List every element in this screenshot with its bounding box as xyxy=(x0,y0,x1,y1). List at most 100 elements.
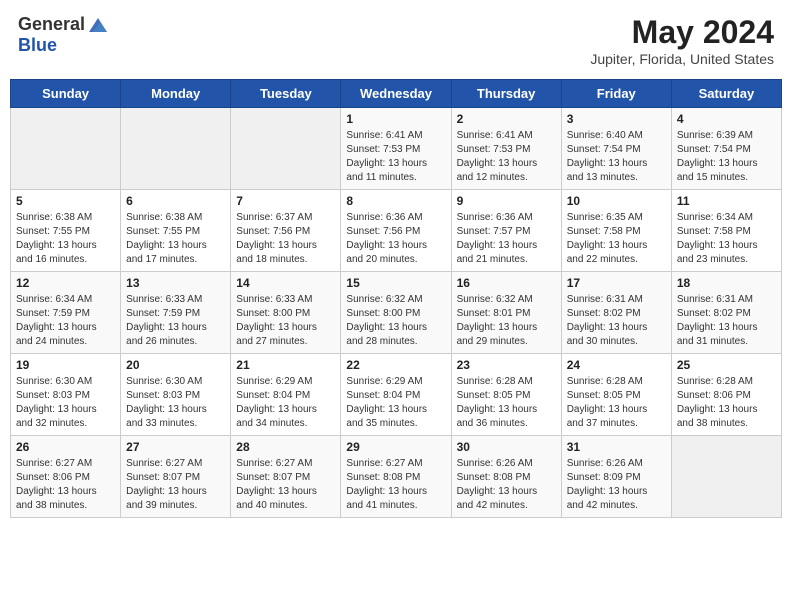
day-number: 6 xyxy=(126,194,225,208)
calendar-cell: 18Sunrise: 6:31 AM Sunset: 8:02 PM Dayli… xyxy=(671,272,781,354)
day-number: 28 xyxy=(236,440,335,454)
day-number: 3 xyxy=(567,112,666,126)
day-number: 31 xyxy=(567,440,666,454)
calendar-cell: 13 Sunrise: 6:33 AM Sunset: 7:59 PM Dayli… xyxy=(121,272,231,354)
day-number: 2 xyxy=(457,112,556,126)
calendar-table: SundayMondayTuesdayWednesdayThursdayFrid… xyxy=(10,79,782,518)
day-number: 21 xyxy=(236,358,335,372)
day-of-week-monday: Monday xyxy=(121,80,231,108)
calendar-cell: 29 Sunrise: 6:27 AM Sunset: 8:08 PM Dayli… xyxy=(341,436,451,518)
day-number: 24 xyxy=(567,358,666,372)
day-of-week-thursday: Thursday xyxy=(451,80,561,108)
calendar-cell: 14 Sunrise: 6:33 AM Sunset: 8:00 PM Dayli… xyxy=(231,272,341,354)
day-info: Sunrise: 6:32 AM Sunset: 8:01 PM Dayligh… xyxy=(457,293,556,349)
day-of-week-friday: Friday xyxy=(561,80,671,108)
calendar-cell: 9Sunrise: 6:36 AM Sunset: 7:57 PM Daylig… xyxy=(451,190,561,272)
calendar-cell xyxy=(231,108,341,190)
day-info: Sunrise: 6:27 AM Sunset: 8:07 PM Dayligh… xyxy=(126,457,225,513)
calendar-cell: 1 Sunrise: 6:41 AM Sunset: 7:53 PM Daylig… xyxy=(341,108,451,190)
calendar-cell: 10 Sunrise: 6:35 AM Sunset: 7:58 PM Dayli… xyxy=(561,190,671,272)
day-info: Sunrise: 6:34 AM Sunset: 7:59 PM Dayligh… xyxy=(16,293,115,349)
day-number: 16 xyxy=(457,276,556,290)
day-number: 29 xyxy=(346,440,445,454)
week-row-5: 26Sunrise: 6:27 AM Sunset: 8:06 PM Dayli… xyxy=(11,436,782,518)
calendar-cell: 8Sunrise: 6:36 AM Sunset: 7:56 PM Daylig… xyxy=(341,190,451,272)
day-number: 14 xyxy=(236,276,335,290)
day-info: Sunrise: 6:30 AM Sunset: 8:03 PM Dayligh… xyxy=(126,375,225,431)
day-number: 1 xyxy=(346,112,445,126)
day-info: Sunrise: 6:28 AM Sunset: 8:05 PM Dayligh… xyxy=(567,375,666,431)
calendar-cell: 16 Sunrise: 6:32 AM Sunset: 8:01 PM Dayli… xyxy=(451,272,561,354)
day-info: Sunrise: 6:27 AM Sunset: 8:08 PM Dayligh… xyxy=(346,457,445,513)
calendar-cell: 25Sunrise: 6:28 AM Sunset: 8:06 PM Dayli… xyxy=(671,354,781,436)
day-number: 23 xyxy=(457,358,556,372)
calendar-cell: 24 Sunrise: 6:28 AM Sunset: 8:05 PM Dayli… xyxy=(561,354,671,436)
logo: General Blue xyxy=(18,14,109,56)
day-number: 10 xyxy=(567,194,666,208)
calendar-cell: 27 Sunrise: 6:27 AM Sunset: 8:07 PM Dayli… xyxy=(121,436,231,518)
calendar-cell: 15Sunrise: 6:32 AM Sunset: 8:00 PM Dayli… xyxy=(341,272,451,354)
day-info: Sunrise: 6:31 AM Sunset: 8:02 PM Dayligh… xyxy=(677,293,776,349)
calendar-cell: 20 Sunrise: 6:30 AM Sunset: 8:03 PM Dayli… xyxy=(121,354,231,436)
calendar-cell: 31 Sunrise: 6:26 AM Sunset: 8:09 PM Dayli… xyxy=(561,436,671,518)
day-number: 12 xyxy=(16,276,115,290)
calendar-cell: 19 Sunrise: 6:30 AM Sunset: 8:03 PM Dayli… xyxy=(11,354,121,436)
title-block: May 2024 Jupiter, Florida, United States xyxy=(590,14,774,67)
day-number: 26 xyxy=(16,440,115,454)
calendar-cell: 21 Sunrise: 6:29 AM Sunset: 8:04 PM Dayli… xyxy=(231,354,341,436)
calendar-cell: 11 Sunrise: 6:34 AM Sunset: 7:58 PM Dayli… xyxy=(671,190,781,272)
day-info: Sunrise: 6:37 AM Sunset: 7:56 PM Dayligh… xyxy=(236,211,335,267)
day-info: Sunrise: 6:33 AM Sunset: 8:00 PM Dayligh… xyxy=(236,293,335,349)
day-info: Sunrise: 6:29 AM Sunset: 8:04 PM Dayligh… xyxy=(236,375,335,431)
day-info: Sunrise: 6:29 AM Sunset: 8:04 PM Dayligh… xyxy=(346,375,445,431)
day-number: 8 xyxy=(346,194,445,208)
logo-blue: Blue xyxy=(18,36,57,56)
logo-icon xyxy=(87,14,109,36)
day-of-week-saturday: Saturday xyxy=(671,80,781,108)
calendar-cell: 12 Sunrise: 6:34 AM Sunset: 7:59 PM Dayli… xyxy=(11,272,121,354)
day-number: 20 xyxy=(126,358,225,372)
day-info: Sunrise: 6:40 AM Sunset: 7:54 PM Dayligh… xyxy=(567,129,666,185)
logo-general: General xyxy=(18,15,85,35)
days-header-row: SundayMondayTuesdayWednesdayThursdayFrid… xyxy=(11,80,782,108)
day-info: Sunrise: 6:41 AM Sunset: 7:53 PM Dayligh… xyxy=(346,129,445,185)
calendar-cell: 6 Sunrise: 6:38 AM Sunset: 7:55 PM Daylig… xyxy=(121,190,231,272)
day-info: Sunrise: 6:33 AM Sunset: 7:59 PM Dayligh… xyxy=(126,293,225,349)
day-of-week-tuesday: Tuesday xyxy=(231,80,341,108)
day-info: Sunrise: 6:35 AM Sunset: 7:58 PM Dayligh… xyxy=(567,211,666,267)
day-info: Sunrise: 6:26 AM Sunset: 8:09 PM Dayligh… xyxy=(567,457,666,513)
day-info: Sunrise: 6:34 AM Sunset: 7:58 PM Dayligh… xyxy=(677,211,776,267)
day-info: Sunrise: 6:38 AM Sunset: 7:55 PM Dayligh… xyxy=(16,211,115,267)
day-info: Sunrise: 6:27 AM Sunset: 8:07 PM Dayligh… xyxy=(236,457,335,513)
day-info: Sunrise: 6:28 AM Sunset: 8:06 PM Dayligh… xyxy=(677,375,776,431)
week-row-3: 12 Sunrise: 6:34 AM Sunset: 7:59 PM Dayli… xyxy=(11,272,782,354)
calendar-cell: 3 Sunrise: 6:40 AM Sunset: 7:54 PM Daylig… xyxy=(561,108,671,190)
day-info: Sunrise: 6:38 AM Sunset: 7:55 PM Dayligh… xyxy=(126,211,225,267)
day-info: Sunrise: 6:39 AM Sunset: 7:54 PM Dayligh… xyxy=(677,129,776,185)
calendar-cell: 26Sunrise: 6:27 AM Sunset: 8:06 PM Dayli… xyxy=(11,436,121,518)
calendar-cell: 7 Sunrise: 6:37 AM Sunset: 7:56 PM Daylig… xyxy=(231,190,341,272)
day-number: 19 xyxy=(16,358,115,372)
calendar-cell: 23Sunrise: 6:28 AM Sunset: 8:05 PM Dayli… xyxy=(451,354,561,436)
day-number: 27 xyxy=(126,440,225,454)
calendar-cell xyxy=(11,108,121,190)
day-number: 30 xyxy=(457,440,556,454)
day-of-week-sunday: Sunday xyxy=(11,80,121,108)
calendar-cell xyxy=(671,436,781,518)
day-info: Sunrise: 6:30 AM Sunset: 8:03 PM Dayligh… xyxy=(16,375,115,431)
day-number: 13 xyxy=(126,276,225,290)
calendar-cell: 4 Sunrise: 6:39 AM Sunset: 7:54 PM Daylig… xyxy=(671,108,781,190)
day-number: 7 xyxy=(236,194,335,208)
page-header: General Blue May 2024 Jupiter, Florida, … xyxy=(10,10,782,71)
main-title: May 2024 xyxy=(590,14,774,51)
week-row-4: 19 Sunrise: 6:30 AM Sunset: 8:03 PM Dayli… xyxy=(11,354,782,436)
day-number: 11 xyxy=(677,194,776,208)
day-of-week-wednesday: Wednesday xyxy=(341,80,451,108)
day-number: 4 xyxy=(677,112,776,126)
week-row-2: 5Sunrise: 6:38 AM Sunset: 7:55 PM Daylig… xyxy=(11,190,782,272)
week-row-1: 1 Sunrise: 6:41 AM Sunset: 7:53 PM Daylig… xyxy=(11,108,782,190)
day-number: 9 xyxy=(457,194,556,208)
calendar-cell: 28 Sunrise: 6:27 AM Sunset: 8:07 PM Dayli… xyxy=(231,436,341,518)
day-info: Sunrise: 6:41 AM Sunset: 7:53 PM Dayligh… xyxy=(457,129,556,185)
day-info: Sunrise: 6:32 AM Sunset: 8:00 PM Dayligh… xyxy=(346,293,445,349)
